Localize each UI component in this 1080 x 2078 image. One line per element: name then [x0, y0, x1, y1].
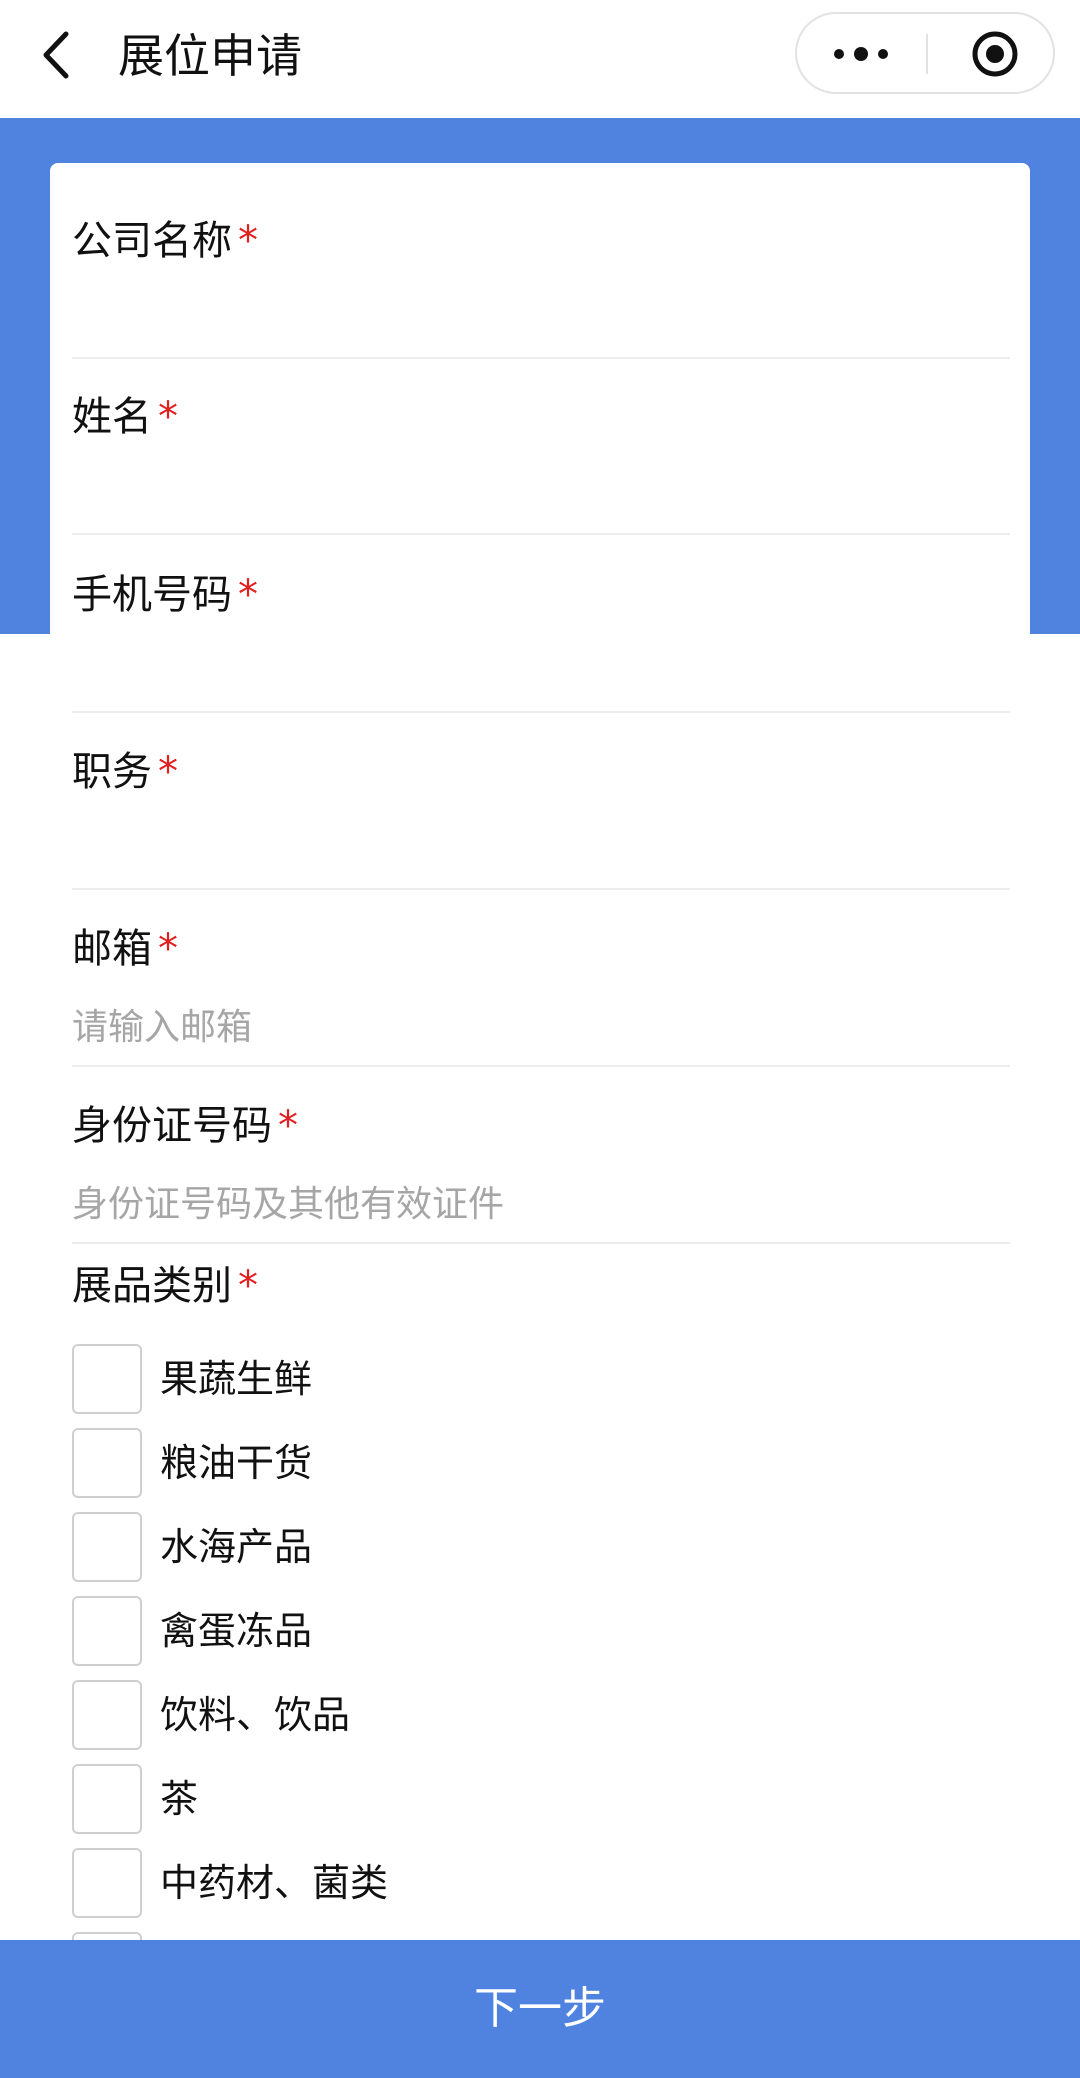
- required-mark: *: [238, 218, 258, 264]
- field-label: 手机号码 *: [72, 572, 258, 618]
- mini-program-capsule: [795, 12, 1055, 94]
- category-option[interactable]: 茶: [72, 1764, 672, 1836]
- category-option[interactable]: 粮油干货: [72, 1428, 672, 1500]
- checkbox[interactable]: [72, 1428, 142, 1498]
- target-icon[interactable]: [971, 30, 1019, 78]
- next-step-button[interactable]: 下一步: [0, 1940, 1080, 2078]
- company-name-field[interactable]: 公司名称 *: [72, 183, 1010, 359]
- checkbox-label: 果蔬生鲜: [160, 1357, 313, 1401]
- required-mark: *: [238, 1263, 258, 1309]
- category-option[interactable]: 中药材、菌类: [72, 1848, 672, 1920]
- category-label: 展品类别 *: [72, 1263, 258, 1309]
- more-dots-icon[interactable]: [831, 37, 891, 71]
- bottom-action-bar: 下一步: [0, 1940, 1080, 2078]
- required-mark: *: [158, 749, 178, 795]
- required-mark: *: [278, 1103, 298, 1149]
- checkbox-label: 粮油干货: [160, 1441, 313, 1485]
- name-field[interactable]: 姓名 *: [72, 359, 1010, 535]
- position-field[interactable]: 职务 *: [72, 714, 1010, 890]
- required-mark: *: [158, 926, 178, 972]
- chevron-left-icon[interactable]: [38, 30, 78, 80]
- capsule-divider: [926, 34, 928, 74]
- field-label: 邮箱 *: [72, 926, 178, 972]
- email-field[interactable]: 邮箱 * 请输入邮箱: [72, 891, 1010, 1067]
- category-option[interactable]: 禽蛋冻品: [72, 1596, 672, 1668]
- checkbox[interactable]: [72, 1596, 142, 1666]
- required-mark: *: [158, 394, 178, 440]
- checkbox[interactable]: [72, 1344, 142, 1414]
- checkbox-label: 茶: [160, 1777, 199, 1821]
- phone-field[interactable]: 手机号码 *: [72, 537, 1010, 713]
- top-nav-bar: 展位申请: [0, 0, 1080, 118]
- category-option[interactable]: 果蔬生鲜: [72, 1344, 672, 1416]
- email-input[interactable]: 请输入邮箱: [72, 1003, 252, 1053]
- field-label: 姓名 *: [72, 394, 178, 440]
- checkbox-label: 中药材、菌类: [160, 1861, 389, 1905]
- page-title: 展位申请: [118, 29, 302, 83]
- checkbox[interactable]: [72, 1848, 142, 1918]
- checkbox[interactable]: [72, 1680, 142, 1750]
- field-label: 公司名称 *: [72, 218, 258, 264]
- category-option[interactable]: 水海产品: [72, 1512, 672, 1584]
- checkbox-label: 禽蛋冻品: [160, 1609, 313, 1653]
- checkbox-label: 水海产品: [160, 1525, 313, 1569]
- id-number-input[interactable]: 身份证号码及其他有效证件: [72, 1180, 504, 1230]
- id-number-field[interactable]: 身份证号码 * 身份证号码及其他有效证件: [72, 1068, 1010, 1244]
- checkbox[interactable]: [72, 1764, 142, 1834]
- checkbox[interactable]: [72, 1512, 142, 1582]
- required-mark: *: [238, 572, 258, 618]
- checkbox-label: 饮料、饮品: [160, 1693, 351, 1737]
- field-label: 身份证号码 *: [72, 1103, 298, 1149]
- category-option[interactable]: 饮料、饮品: [72, 1680, 672, 1752]
- field-label: 职务 *: [72, 749, 178, 795]
